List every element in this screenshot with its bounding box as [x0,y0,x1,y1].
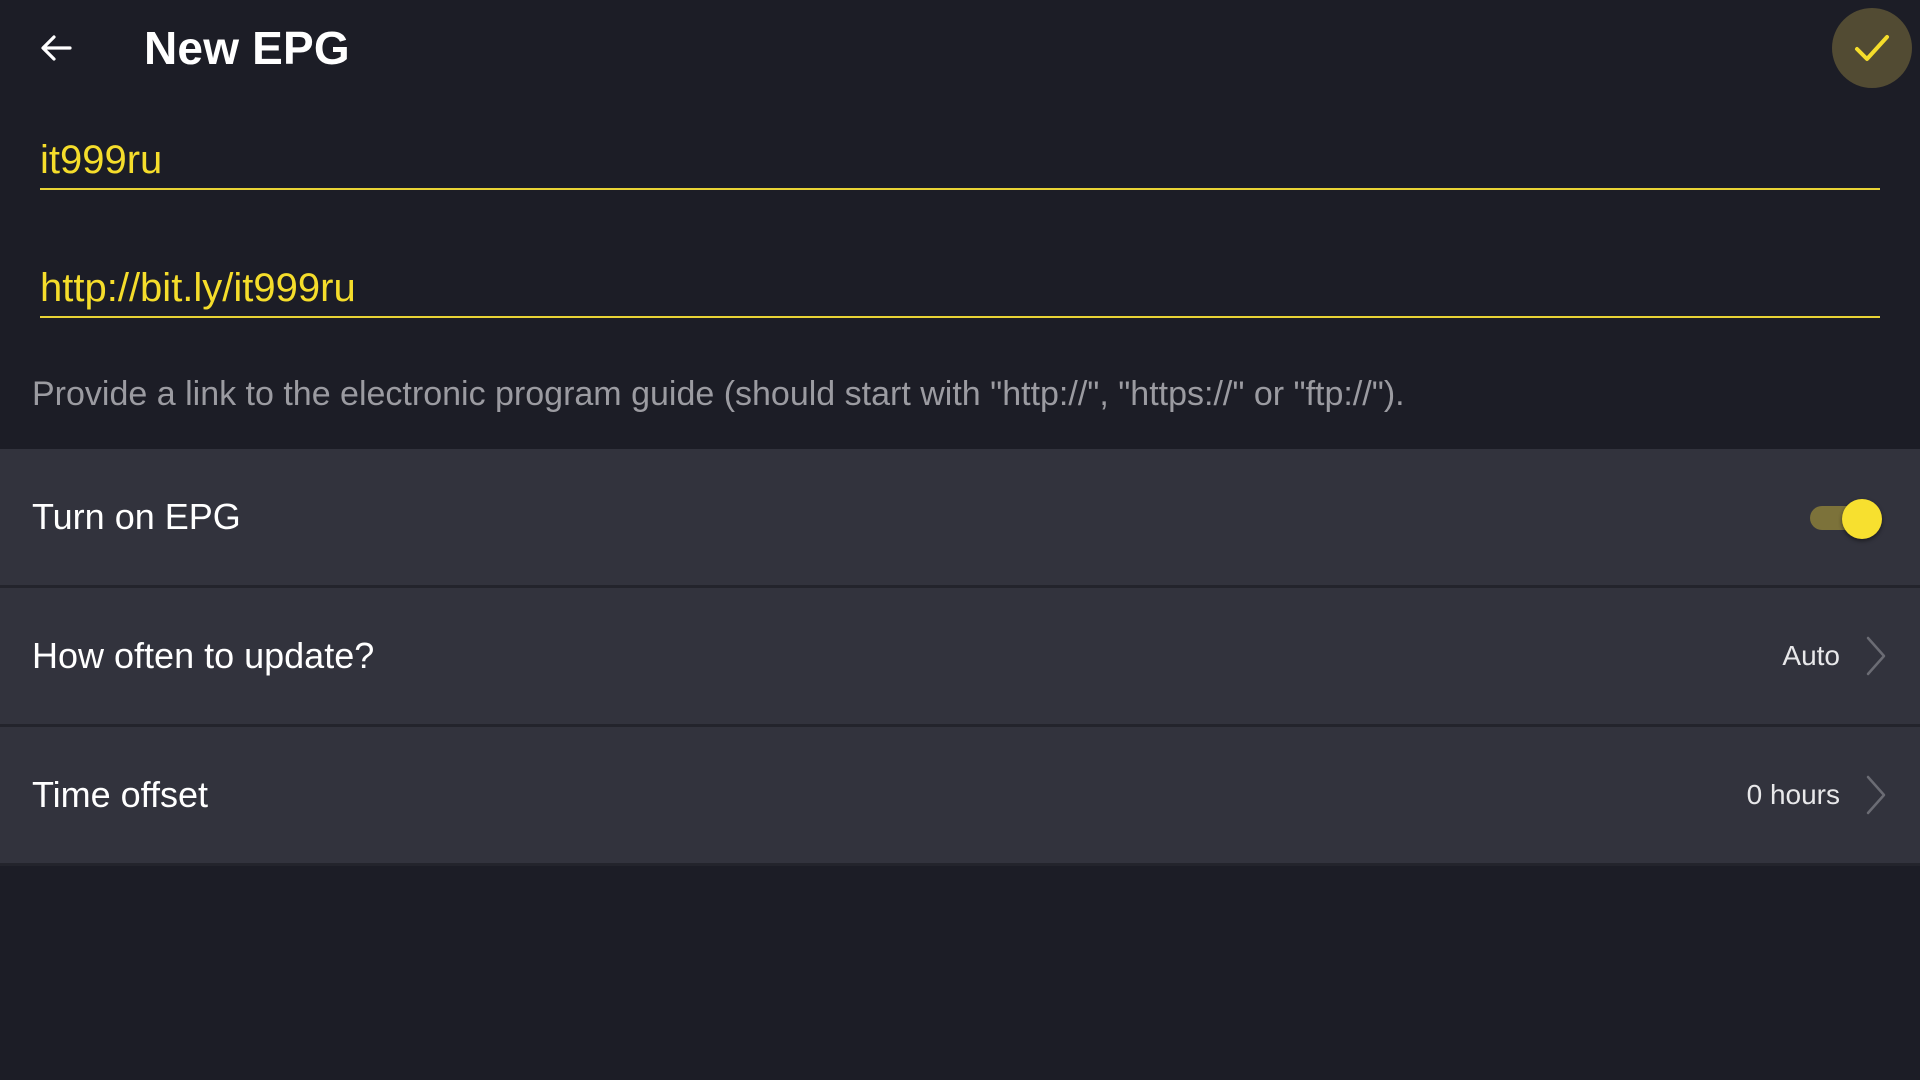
chevron-right-icon [1866,636,1886,676]
settings-list: Turn on EPG How often to update? Auto Ti… [0,449,1920,866]
turn-on-epg-toggle[interactable] [1810,499,1882,539]
epg-url-input[interactable] [40,260,1880,316]
update-frequency-value: Auto [1782,640,1840,671]
new-epg-screen: New EPG Provide a link to the electronic… [0,0,1920,1080]
time-offset-value: 0 hours [1746,779,1840,810]
back-button[interactable] [22,14,90,82]
update-frequency-label: How often to update? [32,635,375,676]
time-offset-row[interactable]: Time offset 0 hours [0,727,1920,866]
top-bar: New EPG [0,0,1920,100]
url-hint-text: Provide a link to the electronic program… [32,375,1405,413]
time-offset-label: Time offset [32,774,209,815]
page-title: New EPG [144,22,350,74]
update-frequency-row[interactable]: How often to update? Auto [0,588,1920,727]
turn-on-epg-row[interactable]: Turn on EPG [0,449,1920,588]
arrow-left-icon [41,35,72,61]
turn-on-epg-label: Turn on EPG [32,496,241,537]
epg-name-input[interactable] [40,132,1880,188]
check-icon [1855,35,1889,61]
toggle-knob [1842,499,1882,539]
confirm-button[interactable] [1832,8,1912,88]
epg-name-field[interactable] [40,132,1880,190]
chevron-right-icon [1866,775,1886,815]
epg-url-field[interactable] [40,260,1880,318]
